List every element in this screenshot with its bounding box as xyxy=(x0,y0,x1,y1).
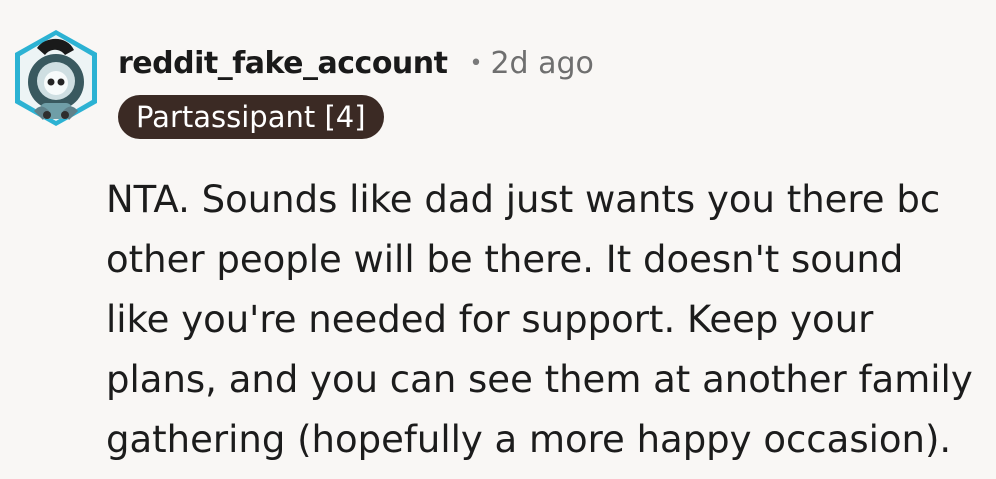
comment: reddit_fake_account • 2d ago Partassipan… xyxy=(0,0,996,479)
snoo-avatar-icon xyxy=(15,30,97,126)
user-flair-badge: Partassipant [4] xyxy=(118,95,384,139)
comment-body: NTA. Sounds like dad just wants you ther… xyxy=(106,178,973,461)
comment-meta: reddit_fake_account • 2d ago xyxy=(118,40,594,86)
separator-dot: • xyxy=(469,50,483,76)
avatar[interactable] xyxy=(12,28,100,128)
timestamp[interactable]: 2d ago xyxy=(490,46,593,81)
username-link[interactable]: reddit_fake_account xyxy=(118,46,448,81)
